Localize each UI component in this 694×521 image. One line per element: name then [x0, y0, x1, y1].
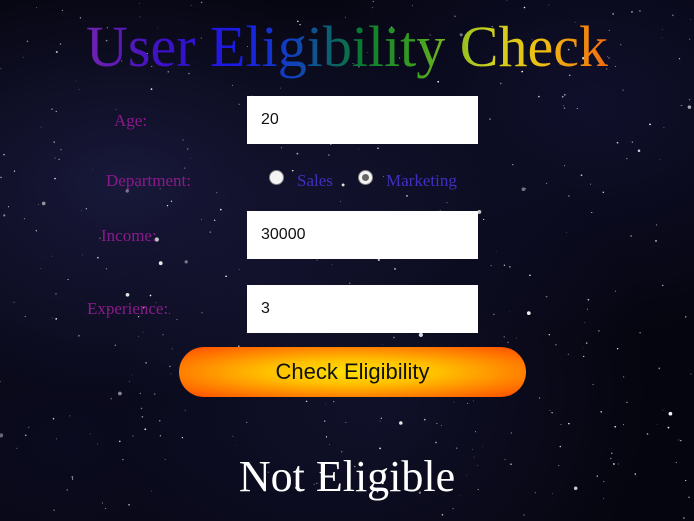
department-label: Department: — [106, 171, 191, 190]
income-label: Income: — [101, 226, 157, 245]
radio-sales[interactable] — [269, 170, 284, 185]
radio-marketing-label: Marketing — [386, 171, 457, 190]
experience-input[interactable] — [247, 285, 478, 333]
radio-marketing[interactable] — [358, 170, 373, 185]
radio-sales-label: Sales — [297, 171, 333, 190]
eligibility-result: Not Eligible — [238, 452, 456, 501]
age-input[interactable] — [247, 96, 478, 144]
experience-label: Experience: — [87, 299, 169, 318]
age-label: Age: — [114, 111, 148, 130]
check-eligibility-button[interactable]: Check Eligibility — [179, 347, 526, 397]
page-title: User Eligibility Check — [0, 14, 694, 80]
income-input[interactable] — [247, 211, 478, 259]
